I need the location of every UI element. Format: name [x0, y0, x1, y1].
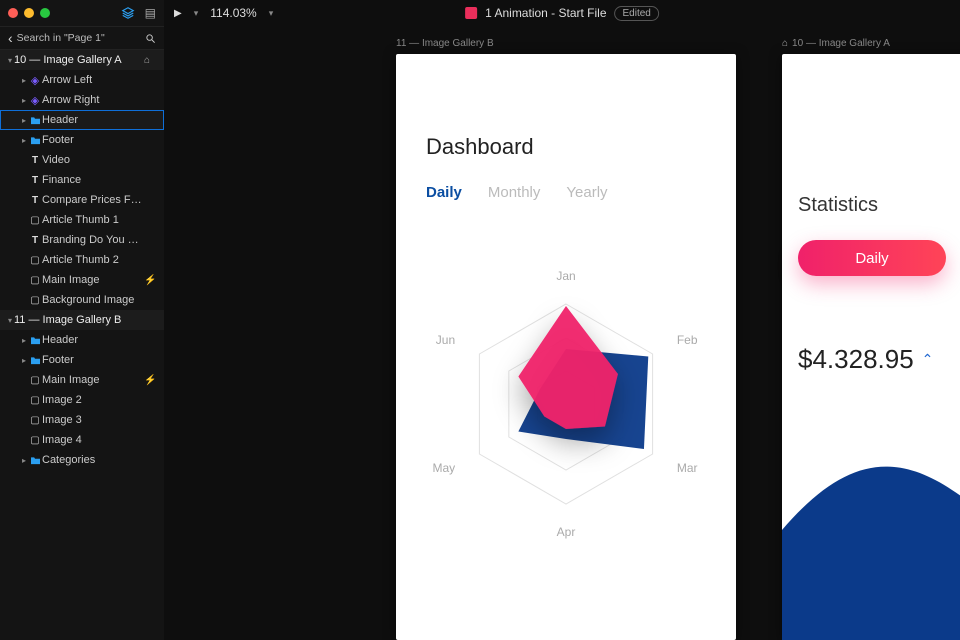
wave-chart — [782, 400, 960, 640]
layer-item[interactable]: ▢Main Image⚡ — [0, 270, 164, 290]
minimize-window-icon[interactable] — [24, 8, 34, 18]
artboard-gallery-b[interactable]: Dashboard Daily Monthly Yearly Jan Feb Mar Ap… — [396, 54, 736, 640]
layer-item[interactable]: ▸Footer — [0, 130, 164, 150]
home-icon: ⌂ — [144, 55, 158, 66]
layers-sidebar: ▤ ‹ Search in "Page 1" ▾10 — Image Galle… — [0, 0, 164, 640]
home-icon: ⌂ — [782, 38, 788, 49]
doc-type-icon — [465, 7, 477, 19]
statistics-title: Statistics — [798, 194, 878, 217]
layer-item[interactable]: ▸Header — [0, 110, 164, 130]
layers-stack-icon[interactable] — [121, 6, 135, 20]
layer-type-icon: ▢ — [28, 375, 42, 386]
layer-type-icon — [28, 136, 42, 145]
dashboard-tab[interactable]: Monthly — [488, 184, 541, 201]
search-row[interactable]: ‹ Search in "Page 1" — [0, 26, 164, 50]
search-icon[interactable] — [145, 33, 156, 44]
layer-type-icon: ◈ — [28, 74, 42, 87]
layer-item[interactable]: TFinance — [0, 170, 164, 190]
layer-item[interactable]: ▢Image 4 — [0, 430, 164, 450]
bolt-icon: ⚡ — [144, 375, 158, 386]
layer-item[interactable]: TCompare Prices Find — [0, 190, 164, 210]
layer-type-icon — [28, 336, 42, 345]
layer-list[interactable]: ▾10 — Image Gallery A⌂▸◈Arrow Left▸◈Arro… — [0, 50, 164, 640]
layer-item[interactable]: ▸Header — [0, 330, 164, 350]
layer-group[interactable]: ▾10 — Image Gallery A⌂ — [0, 50, 164, 70]
layer-item[interactable]: ▸◈Arrow Left — [0, 70, 164, 90]
window-controls-row: ▤ — [0, 0, 164, 26]
layer-type-icon: ▢ — [28, 295, 42, 306]
app-root: ▤ ‹ Search in "Page 1" ▾10 — Image Galle… — [0, 0, 960, 640]
svg-text:Apr: Apr — [557, 525, 576, 539]
artboard-label-a[interactable]: ⌂ 10 — Image Gallery A — [782, 38, 890, 49]
layer-type-icon — [28, 356, 42, 365]
doc-status-badge: Edited — [615, 6, 659, 21]
layer-type-icon — [28, 116, 42, 125]
layer-group[interactable]: ▾11 — Image Gallery B — [0, 310, 164, 330]
artboard-gallery-a[interactable]: Statistics ⋯ Daily Monthly $4.328.95 ⌃ 5… — [782, 54, 960, 640]
svg-text:Mar: Mar — [677, 461, 698, 475]
zoom-window-icon[interactable] — [40, 8, 50, 18]
layer-type-icon: ▢ — [28, 395, 42, 406]
layer-type-icon: T — [28, 155, 42, 166]
close-window-icon[interactable] — [8, 8, 18, 18]
dashboard-tabs: Daily Monthly Yearly — [426, 184, 608, 201]
layer-type-icon: T — [28, 235, 42, 246]
main-area: ▶ ▾ 114.03% ▾ 1 Animation - Start File E… — [164, 0, 960, 640]
traffic-lights — [8, 8, 50, 18]
layer-item[interactable]: ▢Background Image — [0, 290, 164, 310]
radar-chart: Jan Feb Mar Apr May Jun — [396, 224, 736, 564]
layer-type-icon: ▢ — [28, 215, 42, 226]
amount-row: $4.328.95 ⌃ — [798, 344, 933, 375]
layer-item[interactable]: ▢Image 3 — [0, 410, 164, 430]
layer-item[interactable]: ▸Categories — [0, 450, 164, 470]
layer-type-icon: ▢ — [28, 255, 42, 266]
dashboard-title: Dashboard — [426, 134, 534, 160]
bolt-icon: ⚡ — [144, 275, 158, 286]
layer-item[interactable]: ▸◈Arrow Right — [0, 90, 164, 110]
svg-text:Jan: Jan — [556, 269, 575, 283]
pill-daily[interactable]: Daily — [798, 240, 946, 276]
svg-text:Feb: Feb — [677, 333, 698, 347]
svg-text:May: May — [432, 461, 455, 475]
layer-type-icon: T — [28, 175, 42, 186]
dashboard-tab[interactable]: Yearly — [566, 184, 607, 201]
doc-title: 1 Animation - Start File — [485, 6, 606, 20]
amount-value: $4.328.95 — [798, 344, 914, 375]
layer-type-icon: ▢ — [28, 435, 42, 446]
layer-item[interactable]: ▢Article Thumb 2 — [0, 250, 164, 270]
topbar: ▶ ▾ 114.03% ▾ 1 Animation - Start File E… — [164, 0, 960, 26]
layer-item[interactable]: TVideo — [0, 150, 164, 170]
trend-up-icon: ⌃ — [922, 351, 934, 368]
document-icon[interactable]: ▤ — [145, 6, 156, 20]
svg-text:Jun: Jun — [436, 333, 455, 347]
canvas[interactable]: 11 — Image Gallery B ⌂ 10 — Image Galler… — [164, 26, 960, 640]
search-label: Search in "Page 1" — [17, 32, 105, 44]
dashboard-tab[interactable]: Daily — [426, 184, 462, 201]
layer-item[interactable]: ▢Article Thumb 1 — [0, 210, 164, 230]
layer-item[interactable]: ▢Main Image⚡ — [0, 370, 164, 390]
zoom-level[interactable]: 114.03% — [210, 6, 256, 20]
layer-type-icon: ▢ — [28, 275, 42, 286]
layer-item[interactable]: TBranding Do You Know — [0, 230, 164, 250]
layer-item[interactable]: ▢Image 2 — [0, 390, 164, 410]
back-icon[interactable]: ‹ — [8, 30, 13, 46]
period-pills: Daily Monthly — [798, 240, 960, 276]
layer-type-icon — [28, 456, 42, 465]
artboard-label-b[interactable]: 11 — Image Gallery B — [396, 38, 494, 49]
layer-type-icon: ◈ — [28, 94, 42, 107]
play-icon[interactable]: ▶ — [174, 8, 182, 19]
layer-type-icon: ▢ — [28, 415, 42, 426]
layer-item[interactable]: ▸Footer — [0, 350, 164, 370]
layer-type-icon: T — [28, 195, 42, 206]
